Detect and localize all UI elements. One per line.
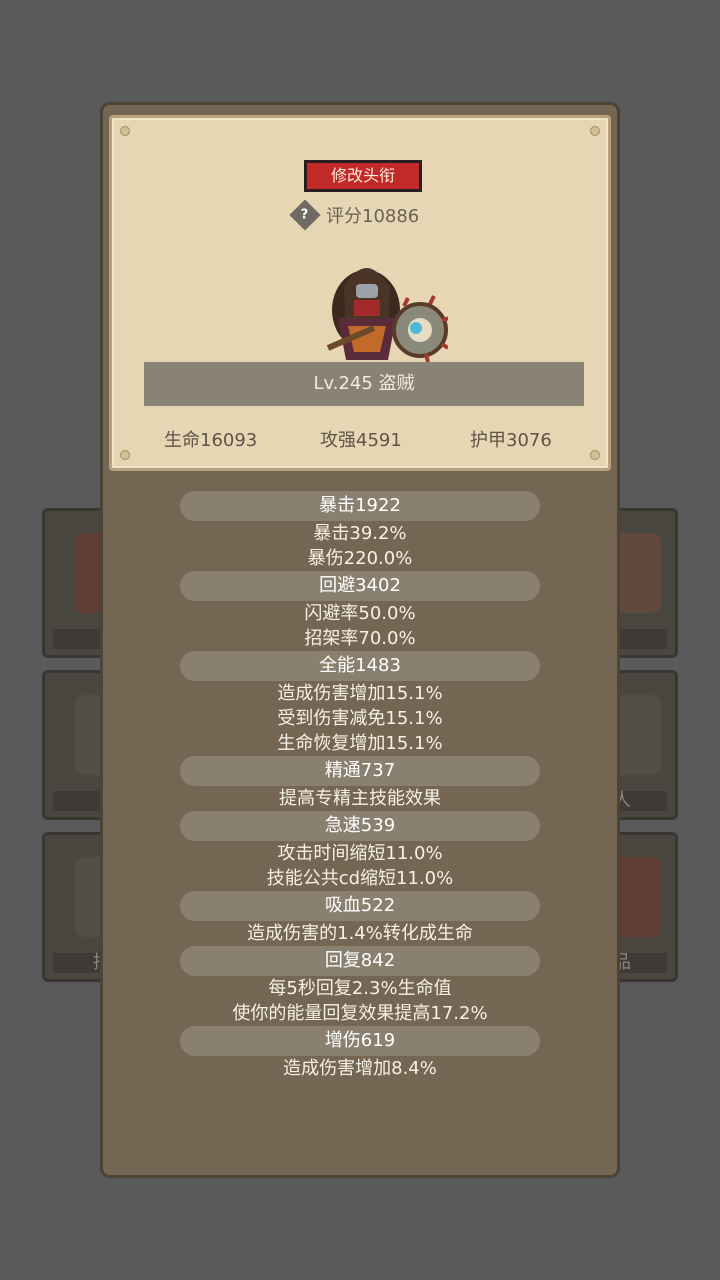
attr-desc: 受到伤害减免15.1% bbox=[277, 708, 443, 729]
attr-group-lifesteal: 吸血522 造成伤害的1.4%转化成生命 bbox=[103, 891, 617, 946]
score-row: ? 评分10886 bbox=[289, 199, 420, 231]
attr-desc: 暴伤220.0% bbox=[307, 548, 413, 569]
attr-desc: 使你的能量回复效果提高17.2% bbox=[232, 1003, 488, 1024]
edit-title-button[interactable]: 修改头衔 bbox=[304, 160, 422, 192]
character-avatar bbox=[326, 268, 448, 363]
attack-stat: 攻强4591 bbox=[320, 430, 402, 451]
attr-head: 回避3402 bbox=[180, 571, 540, 601]
attr-group-haste: 急速539 攻击时间缩短11.0% 技能公共cd缩短11.0% bbox=[103, 811, 617, 891]
rivet bbox=[120, 126, 130, 136]
character-info-panel: 修改头衔 ? 评分10886 Lv.245 盗贼 生命16093 攻强4591 … bbox=[100, 102, 620, 1178]
level-class-bar: Lv.245 盗贼 bbox=[144, 362, 584, 406]
attr-desc: 造成伤害的1.4%转化成生命 bbox=[247, 923, 473, 944]
character-header: 修改头衔 ? 评分10886 Lv.245 盗贼 生命16093 攻强4591 … bbox=[109, 115, 611, 471]
attr-head: 回复842 bbox=[180, 946, 540, 976]
attr-desc: 招架率70.0% bbox=[304, 628, 416, 649]
attribute-list: 暴击1922 暴击39.2% 暴伤220.0% 回避3402 闪避率50.0% … bbox=[103, 491, 617, 1081]
attr-head: 暴击1922 bbox=[180, 491, 540, 521]
armor-stat: 护甲3076 bbox=[470, 430, 552, 451]
attr-group-dodge: 回避3402 闪避率50.0% 招架率70.0% bbox=[103, 571, 617, 651]
attr-group-damage-bonus: 增伤619 造成伤害增加8.4% bbox=[103, 1026, 617, 1081]
attr-group-versatility: 全能1483 造成伤害增加15.1% 受到伤害减免15.1% 生命恢复增加15.… bbox=[103, 651, 617, 756]
score-text: 评分10886 bbox=[326, 206, 420, 227]
attr-group-crit: 暴击1922 暴击39.2% 暴伤220.0% bbox=[103, 491, 617, 571]
attr-head: 增伤619 bbox=[180, 1026, 540, 1056]
attr-head: 急速539 bbox=[180, 811, 540, 841]
attr-head: 全能1483 bbox=[180, 651, 540, 681]
rivet bbox=[120, 450, 130, 460]
attr-desc: 闪避率50.0% bbox=[304, 603, 416, 624]
attr-group-regen: 回复842 每5秒回复2.3%生命值 使你的能量回复效果提高17.2% bbox=[103, 946, 617, 1026]
attr-head: 吸血522 bbox=[180, 891, 540, 921]
attr-desc: 暴击39.2% bbox=[313, 523, 407, 544]
attr-desc: 技能公共cd缩短11.0% bbox=[266, 868, 454, 889]
attr-group-mastery: 精通737 提高专精主技能效果 bbox=[103, 756, 617, 811]
hp-stat: 生命16093 bbox=[164, 430, 258, 451]
attr-head: 精通737 bbox=[180, 756, 540, 786]
attr-desc: 攻击时间缩短11.0% bbox=[277, 843, 443, 864]
attr-desc: 提高专精主技能效果 bbox=[279, 788, 441, 809]
attr-desc: 每5秒回复2.3%生命值 bbox=[268, 978, 452, 999]
rivet bbox=[590, 126, 600, 136]
attr-desc: 造成伤害增加15.1% bbox=[277, 683, 443, 704]
attr-desc: 生命恢复增加15.1% bbox=[277, 733, 443, 754]
question-diamond-icon[interactable]: ? bbox=[289, 199, 321, 231]
attr-desc: 造成伤害增加8.4% bbox=[283, 1058, 437, 1079]
rivet bbox=[590, 450, 600, 460]
